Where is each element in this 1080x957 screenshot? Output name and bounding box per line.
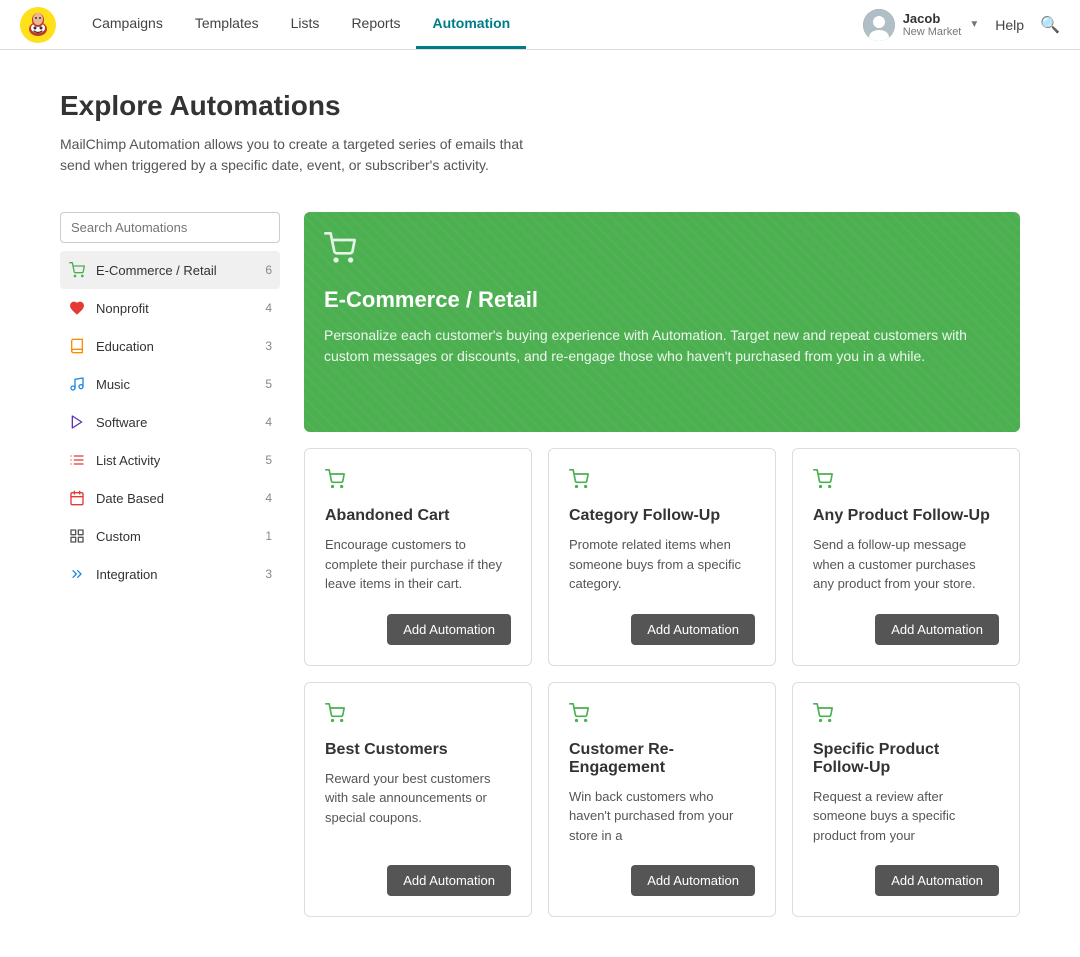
sidebar-label-integration: Integration [96,567,255,582]
logo[interactable] [20,7,56,43]
sidebar-label-custom: Custom [96,529,255,544]
nav-automation[interactable]: Automation [416,0,526,49]
nav-right: Jacob New Market ▼ Help 🔍 [863,9,1060,41]
sidebar-count-integration: 3 [265,567,272,581]
card-title-4: Customer Re-Engagement [569,741,755,777]
add-automation-button-1[interactable]: Add Automation [631,614,755,645]
integration-icon [68,565,86,583]
card-cart-icon-4 [569,703,755,729]
nonprofit-icon [68,299,86,317]
card-title-3: Best Customers [325,741,511,759]
user-market: New Market [903,26,962,38]
sidebar-count-music: 5 [265,377,272,391]
sidebar-label-nonprofit: Nonprofit [96,301,255,316]
search-input[interactable] [60,212,280,243]
nav-lists[interactable]: Lists [275,0,336,49]
sidebar-item-integration[interactable]: Integration 3 [60,555,280,593]
sidebar-count-software: 4 [265,415,272,429]
sidebar-item-nonprofit[interactable]: Nonprofit 4 [60,289,280,327]
sidebar-label-ecommerce: E-Commerce / Retail [96,263,255,278]
add-automation-button-2[interactable]: Add Automation [875,614,999,645]
sidebar-label-music: Music [96,377,255,392]
sidebar-label-education: Education [96,339,255,354]
card-description-4: Win back customers who haven't purchased… [569,787,755,846]
nav-reports[interactable]: Reports [335,0,416,49]
add-automation-button-5[interactable]: Add Automation [875,865,999,896]
hero-title: E-Commerce / Retail [324,287,1000,313]
hero-description: Personalize each customer's buying exper… [324,325,1000,412]
nav-links: Campaigns Templates Lists Reports Automa… [76,0,526,49]
card-cart-icon-1 [569,469,755,495]
sidebar-item-ecommerce[interactable]: E-Commerce / Retail 6 [60,251,280,289]
page-description: MailChimp Automation allows you to creat… [60,134,540,176]
card-cart-icon-3 [325,703,511,729]
card-description-0: Encourage customers to complete their pu… [325,535,511,594]
sidebar-label-software: Software [96,415,255,430]
list-activity-icon [68,451,86,469]
date-based-icon [68,489,86,507]
sidebar-count-nonprofit: 4 [265,301,272,315]
card-cart-icon-2 [813,469,999,495]
sidebar-item-education[interactable]: Education 3 [60,327,280,365]
avatar [863,9,895,41]
card-title-2: Any Product Follow-Up [813,507,999,525]
card-4: Customer Re-Engagement Win back customer… [548,682,776,918]
card-title-1: Category Follow-Up [569,507,755,525]
cards-area: E-Commerce / Retail Personalize each cus… [304,212,1020,917]
sidebar-count-date-based: 4 [265,491,272,505]
user-menu[interactable]: Jacob New Market ▼ [863,9,980,41]
custom-icon [68,527,86,545]
card-1: Category Follow-Up Promote related items… [548,448,776,666]
sidebar-items: E-Commerce / Retail 6 Nonprofit 4 Educat… [60,251,280,593]
explore-layout: E-Commerce / Retail 6 Nonprofit 4 Educat… [60,212,1020,917]
sidebar-count-education: 3 [265,339,272,353]
sidebar-item-list-activity[interactable]: List Activity 5 [60,441,280,479]
card-0: Abandoned Cart Encourage customers to co… [304,448,532,666]
card-5: Specific Product Follow-Up Request a rev… [792,682,1020,918]
education-icon [68,337,86,355]
ecommerce-icon [68,261,86,279]
card-description-3: Reward your best customers with sale ann… [325,769,511,846]
software-icon [68,413,86,431]
sidebar: E-Commerce / Retail 6 Nonprofit 4 Educat… [60,212,280,917]
user-name: Jacob [903,11,962,26]
card-description-2: Send a follow-up message when a customer… [813,535,999,594]
card-cart-icon-0 [325,469,511,495]
user-name-block: Jacob New Market [903,11,962,38]
main-content: Explore Automations MailChimp Automation… [0,50,1080,957]
card-cart-icon-5 [813,703,999,729]
sidebar-item-date-based[interactable]: Date Based 4 [60,479,280,517]
sidebar-count-ecommerce: 6 [265,263,272,277]
help-link[interactable]: Help [995,17,1024,33]
card-title-0: Abandoned Cart [325,507,511,525]
add-automation-button-3[interactable]: Add Automation [387,865,511,896]
card-3: Best Customers Reward your best customer… [304,682,532,918]
navbar: Campaigns Templates Lists Reports Automa… [0,0,1080,50]
card-description-5: Request a review after someone buys a sp… [813,787,999,846]
sidebar-label-date-based: Date Based [96,491,255,506]
add-automation-button-4[interactable]: Add Automation [631,865,755,896]
sidebar-count-custom: 1 [265,529,272,543]
nav-templates[interactable]: Templates [179,0,275,49]
search-icon[interactable]: 🔍 [1040,15,1060,35]
sidebar-item-music[interactable]: Music 5 [60,365,280,403]
card-description-1: Promote related items when someone buys … [569,535,755,594]
hero-cart-icon [324,232,1000,271]
nav-campaigns[interactable]: Campaigns [76,0,179,49]
sidebar-count-list-activity: 5 [265,453,272,467]
card-title-5: Specific Product Follow-Up [813,741,999,777]
card-2: Any Product Follow-Up Send a follow-up m… [792,448,1020,666]
cards-grid: E-Commerce / Retail Personalize each cus… [304,212,1020,917]
music-icon [68,375,86,393]
page-title: Explore Automations [60,90,1020,122]
sidebar-label-list-activity: List Activity [96,453,255,468]
hero-card: E-Commerce / Retail Personalize each cus… [304,212,1020,432]
chevron-down-icon: ▼ [969,19,979,30]
sidebar-item-software[interactable]: Software 4 [60,403,280,441]
sidebar-item-custom[interactable]: Custom 1 [60,517,280,555]
add-automation-button-0[interactable]: Add Automation [387,614,511,645]
